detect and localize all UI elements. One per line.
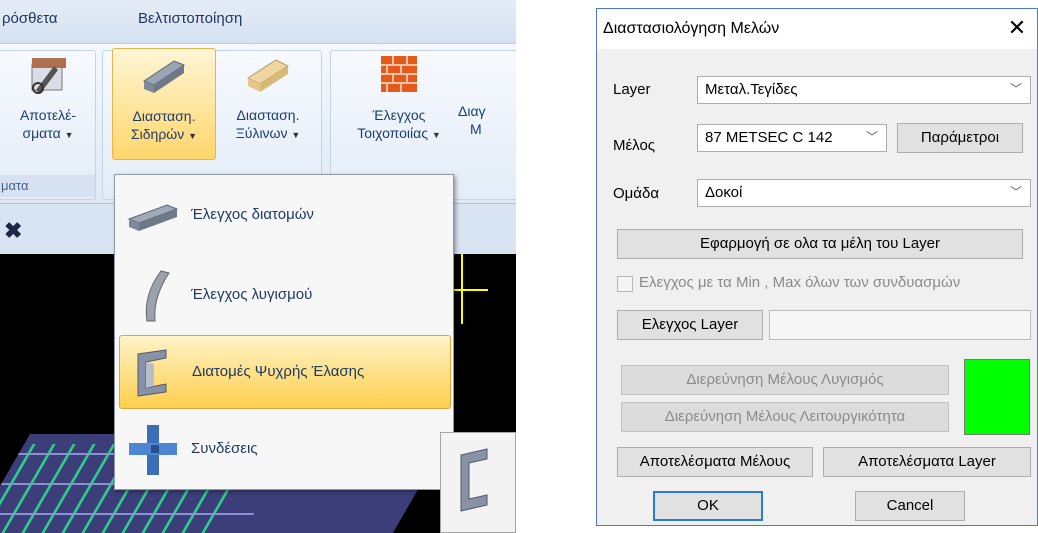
steel-beam-icon [142,60,186,93]
chevron-down-icon: ▼ [64,130,74,140]
app-ribbon-area: ρόσθετα Βελτιστοποίηση ματα Αποτελέ- σμα… [0,0,516,533]
tab-addins[interactable]: ρόσθετα [2,10,58,27]
tooltip-preview [440,432,516,533]
minmax-checkbox[interactable] [617,276,633,292]
layer-results-button[interactable]: Αποτελέσματα Layer [823,447,1031,477]
layer-select[interactable]: Μεταλ.Τεγίδες ﹀ [697,76,1031,104]
ribbon-group-label: ματα [0,175,95,197]
chevron-down-icon: ▼ [431,130,441,140]
apply-to-all-layer-members-button[interactable]: Εφαρμογή σε ολα τα μέλη του Layer [617,229,1023,259]
menu-item-label: Συνδέσεις [191,440,258,457]
chevron-down-icon: ▼ [188,131,198,141]
masonry-check-button[interactable]: Έλεγχος Τοιχοποιίας ▼ [344,48,454,160]
investigate-buckling-button[interactable]: Διερεύνηση Μέλους Λυγισμός [621,365,949,395]
layer-select-value: Μεταλ.Τεγίδες [705,81,798,98]
member-design-dialog: Διαστασιολόγηση Μελών ✕ Layer Μεταλ.Τεγί… [596,8,1038,526]
member-label: Μέλος [613,137,656,154]
ribbon-tab-bar: ρόσθετα Βελτιστοποίηση [0,0,516,44]
member-design-line1: Διαγ [458,103,486,119]
dialog-titlebar: Διαστασιολόγηση Μελών ✕ [597,9,1037,49]
group-select[interactable]: Δοκοί ﹀ [697,179,1031,207]
i-beam-icon [127,204,179,231]
timber-design-line2: Ξύλινων [235,125,288,141]
steel-design-dropdown-menu: Έλεγχος διατομών Έλεγχος λυγισμού Διατομ… [114,174,454,490]
group-select-value: Δοκοί [705,184,743,201]
investigate-serviceability-button[interactable]: Διερεύνηση Μέλους Λειτουργικότητα [621,402,949,432]
cancel-button[interactable]: Cancel [855,491,965,521]
timber-design-button[interactable]: Διασταση. Ξύλινων ▼ [220,48,316,160]
results-button-line2: σματα [22,125,61,141]
connection-icon [129,425,177,475]
ok-button[interactable]: OK [653,491,763,521]
menu-item-label: Έλεγχος λυγισμού [191,286,313,303]
timber-design-line1: Διασταση. [236,107,300,123]
group-label: Ομάδα [613,185,660,202]
close-icon[interactable]: ✖ [4,218,22,244]
buckling-beam-icon [145,270,170,322]
menu-item-label: Έλεγχος διατομών [191,206,314,223]
menu-item-section-check[interactable]: Έλεγχος διατομών [119,179,451,253]
chevron-down-icon: ﹀ [865,130,878,144]
member-select-value: 87 METSEC C 142 [705,129,833,146]
steel-design-button[interactable]: Διασταση. Σιδηρών ▼ [112,48,216,160]
close-icon[interactable]: ✕ [1001,13,1033,45]
results-tools-icon [31,58,66,94]
chevron-down-icon: ﹀ [1009,185,1022,199]
cold-formed-section-icon [460,448,488,512]
minmax-checkbox-label: Ελεγχος με τα Min , Max όλων των συνδυασ… [639,274,961,291]
timber-beam-icon [246,59,290,92]
member-design-button[interactable]: Διαγ Μ [458,48,516,160]
layer-label: Layer [613,81,651,98]
brick-wall-icon [381,56,417,92]
menu-item-label: Διατομές Ψυχρής Έλασης [192,363,365,380]
check-layer-field [769,310,1031,340]
masonry-check-line1: Έλεγχος [372,107,426,123]
dialog-title: Διαστασιολόγηση Μελών [603,20,780,37]
menu-item-cold-formed-sections[interactable]: Διατομές Ψυχρής Έλασης [119,335,451,409]
results-button[interactable]: Αποτελέ- σματα ▼ [2,48,94,160]
steel-design-line2: Σιδηρών [130,126,185,142]
tab-optimization[interactable]: Βελτιστοποίηση [138,10,242,27]
member-results-button[interactable]: Αποτελέσματα Μέλους [617,447,813,477]
check-layer-button[interactable]: Ελεγχος Layer [617,310,763,340]
chevron-down-icon: ﹀ [1009,82,1022,96]
parameters-button[interactable]: Παράμετροι [897,123,1023,153]
menu-item-connections[interactable]: Συνδέσεις [119,413,451,487]
steel-design-line1: Διασταση. [132,108,196,124]
chevron-down-icon: ▼ [291,130,301,140]
results-button-line1: Αποτελέ- [19,107,77,123]
cold-formed-section-icon [137,349,167,397]
member-design-line2: Μ [470,121,482,137]
menu-item-buckling-check[interactable]: Έλεγχος λυγισμού [119,259,451,333]
status-color-indicator [964,359,1030,435]
member-select[interactable]: 87 METSEC C 142 ﹀ [697,124,887,152]
masonry-check-line2: Τοιχοποιίας [357,125,428,141]
